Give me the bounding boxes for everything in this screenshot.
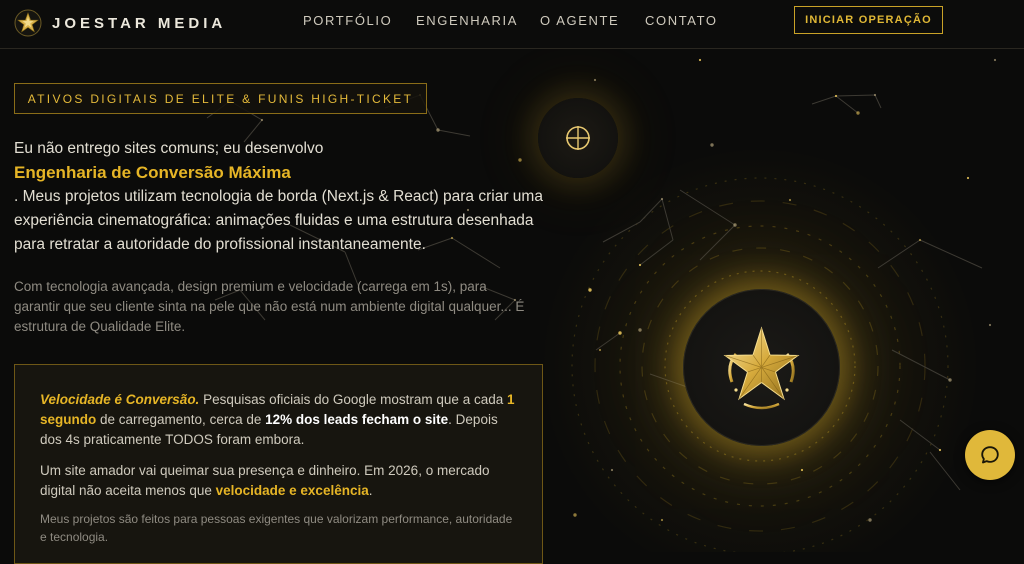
hero-subtext: Com tecnologia avançada, design premium … <box>14 279 525 334</box>
top-navigation-bar: JOESTAR MEDIA PORTFÓLIO ENGENHARIA O AGE… <box>0 0 1024 49</box>
nav-link-contato[interactable]: CONTATO <box>645 13 718 28</box>
chat-bubble-icon <box>981 446 999 464</box>
speed-conversion-card: Velocidade é Conversão. Pesquisas oficia… <box>14 364 543 564</box>
brand[interactable]: JOESTAR MEDIA <box>14 8 226 38</box>
lead-line: Eu não entrego sites comuns; eu desenvol… <box>14 140 324 157</box>
card-paragraph-3: Meus projetos são feitos para pessoas ex… <box>40 512 513 544</box>
hero-lead: Eu não entrego sites comuns; eu desenvol… <box>14 137 554 257</box>
card-paragraph-1: Velocidade é Conversão. Pesquisas oficia… <box>40 392 515 447</box>
star-emblem-icon <box>723 326 800 410</box>
nav-link-engenharia[interactable]: ENGENHARIA <box>416 13 518 28</box>
nav-link-portfolio[interactable]: PORTFÓLIO <box>303 13 392 28</box>
chat-button[interactable] <box>965 430 1015 480</box>
nav-link-o-agente[interactable]: O AGENTE <box>540 13 619 28</box>
lead-highlight: Engenharia de Conversão Máxima <box>14 163 291 182</box>
brand-name: JOESTAR MEDIA <box>52 14 227 32</box>
iniciar-operacao-button[interactable]: INICIAR OPERAÇÃO <box>794 6 943 34</box>
crosshair-icon <box>566 126 590 150</box>
hero-tag: ATIVOS DIGITAIS DE ELITE & FUNIS HIGH-TI… <box>14 83 427 114</box>
lead-text: . Meus projetos utilizam tecnologia de b… <box>14 188 543 253</box>
star-emblem-icon <box>14 9 42 37</box>
card-paragraph-2: Um site amador vai queimar sua presença … <box>40 463 490 498</box>
star-emblem <box>683 289 840 446</box>
